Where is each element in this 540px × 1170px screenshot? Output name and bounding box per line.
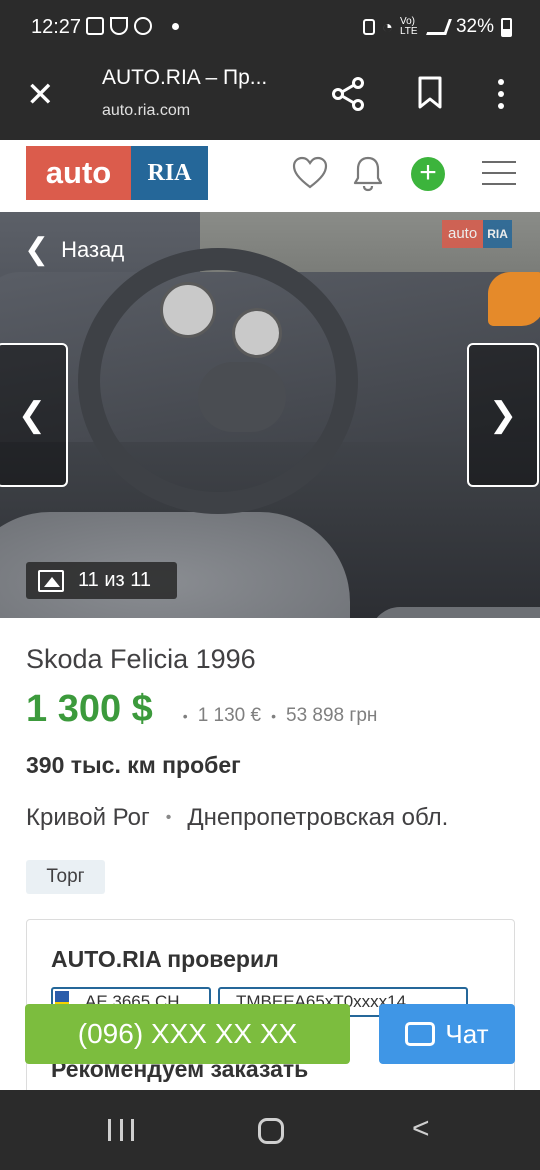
shield-notification-icon [110,17,128,35]
watermark-auto-text: auto [442,220,484,248]
call-button-label: (096) XXX XX XX [77,1018,298,1049]
location-region: Днепропетровская обл. [187,804,449,831]
close-tab-icon[interactable]: ✕ [26,78,55,112]
bargain-tag: Торг [26,860,105,894]
android-nav-bar: < [0,1090,540,1170]
chevron-left-icon: ❮ [24,233,50,266]
logo-ria-text: RIA [131,146,208,200]
home-icon[interactable] [258,1118,284,1144]
back-label: Назад [61,236,125,262]
photo-orange-object [488,272,540,326]
price-eur: 1 130 € [197,705,262,726]
chat-button[interactable]: Чат [379,1004,515,1064]
check-card-title: AUTO.RIA проверил [51,946,279,972]
location: Кривой Рог • Днепропетровская обл. [26,804,448,832]
screen: 12:27 ◔ Vo) LTE 32% ✕ AUTO.RIA – Пр... a… [0,0,540,1170]
add-listing-plus-icon[interactable]: + [411,157,445,191]
sim-icon [363,19,376,35]
more-options-icon[interactable] [492,76,510,112]
viber-notification-icon [134,17,152,35]
photo-counter[interactable]: 11 из 11 [26,562,177,599]
photo-steering-hub [198,362,286,432]
location-separator: • [165,809,172,826]
location-city: Кривой Рог [26,804,150,831]
status-bar: 12:27 ◔ Vo) LTE 32% [0,0,540,56]
price-separator: • [182,708,188,724]
signal-icon [426,19,452,35]
gallery-icon [38,569,64,592]
recent-apps-icon[interactable] [108,1119,134,1141]
chevron-left-icon: ❮ [17,396,47,434]
favorites-heart-icon[interactable] [292,156,328,190]
network-type-label: Vo) LTE [399,16,418,37]
status-notification-icons [86,17,179,35]
bookmark-icon[interactable] [417,76,443,110]
next-photo-button[interactable]: ❯ [467,343,539,487]
back-icon[interactable]: < [412,1112,430,1146]
photo-counter-label: 11 из 11 [78,569,151,591]
more-notifications-icon [172,22,179,30]
mileage: 390 тыс. км пробег [26,752,241,778]
watermark-ria-text: RIA [483,220,512,248]
previous-photo-button[interactable]: ❮ [0,343,68,487]
autoria-logo[interactable]: auto RIA [26,146,208,200]
notifications-bell-icon[interactable] [352,154,384,192]
car-title: Skoda Felicia 1996 [26,644,256,674]
photo-watermark-logo: auto RIA [442,220,512,248]
share-icon[interactable] [330,76,366,112]
back-link[interactable]: ❮ Назад [24,232,124,267]
wifi-icon: ◔ [382,16,393,37]
status-system-icons: ◔ Vo) LTE 32% [363,16,512,38]
browser-toolbar: ✕ AUTO.RIA – Пр... auto.ria.com [0,56,540,140]
chevron-right-icon: ❯ [488,396,518,434]
chat-icon [405,1022,436,1046]
battery-icon [501,17,512,37]
photo-seat [370,607,540,618]
battery-percent: 32% [455,16,494,37]
price-separator: • [271,708,277,724]
car-photo-gallery[interactable]: auto RIA ❮ Назад ❮ ❯ 11 из 11 [0,212,540,618]
price-row: 1 300 $ • 1 130 € • 53 898 грн [26,688,377,731]
price-uah: 53 898 грн [286,705,378,726]
logo-auto-text: auto [26,146,131,200]
gallery-notification-icon [86,17,104,35]
hamburger-menu-icon[interactable] [482,161,516,185]
site-header: auto RIA + [0,140,540,212]
browser-url[interactable]: auto.ria.com [102,102,190,120]
status-time: 12:27 [31,16,82,38]
browser-page-title: AUTO.RIA – Пр... [102,66,268,89]
chat-button-label: Чат [445,1018,489,1049]
call-seller-button[interactable]: (096) XXX XX XX [25,1004,350,1064]
price-usd: 1 300 $ [26,688,153,730]
